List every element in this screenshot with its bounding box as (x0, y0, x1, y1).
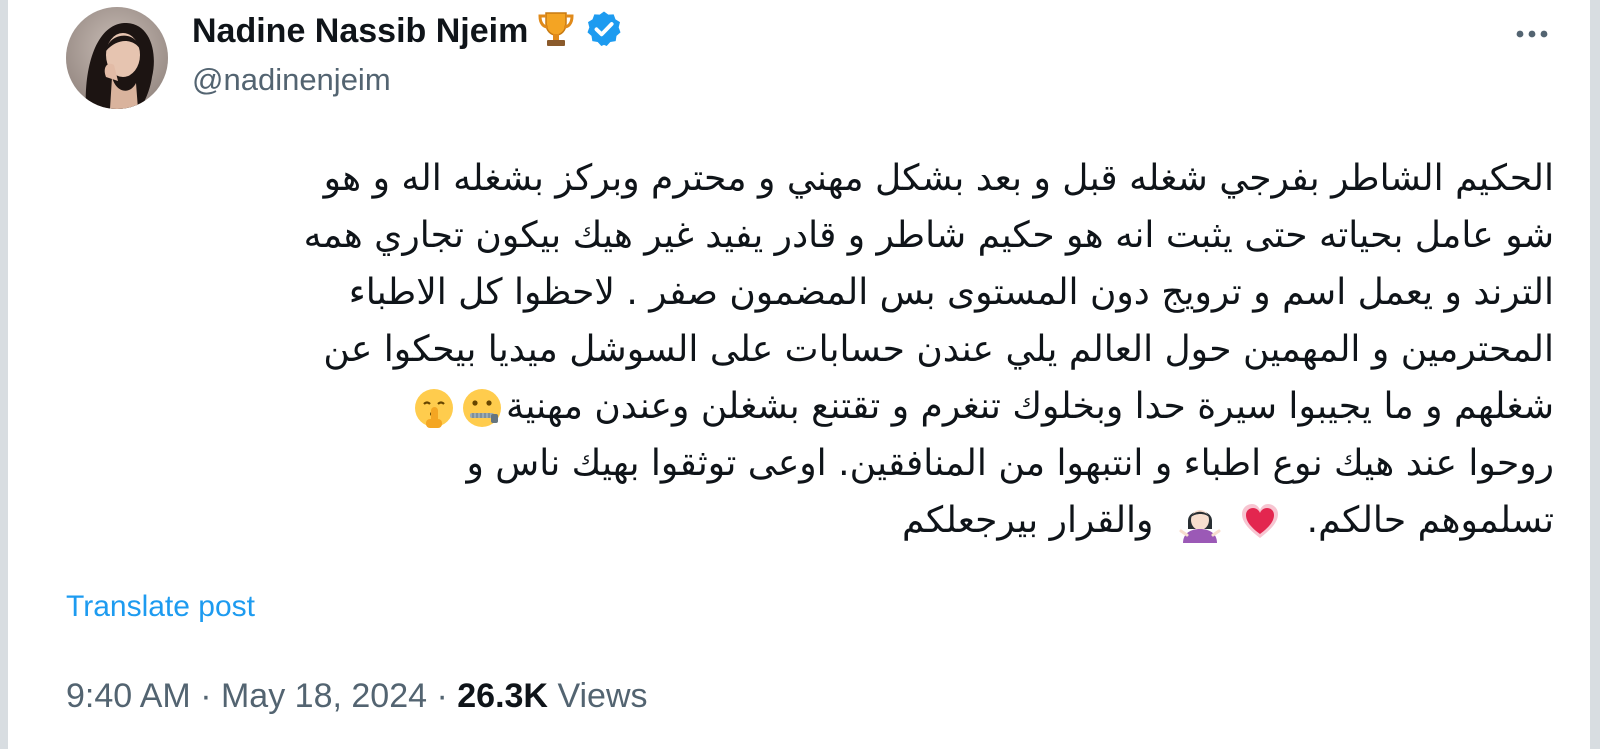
tweet-line-text: والقرار بيرجعلكم (902, 500, 1154, 541)
author-handle[interactable]: @nadinenjeim (192, 62, 391, 98)
tweet-text: الحكيم الشاطر بفرجي شغله قبل و بعد بشكل … (60, 150, 1554, 549)
tweet-time[interactable]: 9:40 AM (66, 677, 191, 715)
tweet-line: المحترمين و المهمين حول العالم يلي عندن … (323, 329, 1554, 370)
tweet-line-text: شغلهم و ما يجيبوا سيرة حدا وبخلوك تنغرم … (506, 386, 1554, 427)
trophy-icon (536, 9, 576, 54)
zipper-mouth-face-icon (461, 387, 503, 429)
views-label: Views (557, 677, 648, 715)
author-name-row: Nadine Nassib Njeim (192, 8, 624, 54)
tweet-line-with-emojis: تسلموهم حالكم. والقرار بيرجعلكم (60, 492, 1554, 549)
heart-icon (1239, 501, 1281, 543)
translate-post-link[interactable]: Translate post (66, 590, 255, 624)
meta-separator: · (436, 677, 448, 715)
avatar[interactable] (66, 7, 168, 109)
woman-shrugging-icon (1179, 501, 1221, 543)
tweet-line-with-emojis: شغلهم و ما يجيبوا سيرة حدا وبخلوك تنغرم … (60, 378, 1554, 435)
tweet-line: روحوا عند هيك نوع اطباء و انتبهوا من الم… (466, 443, 1554, 484)
tweet-line: الترند و يعمل اسم و ترويج دون المستوى بس… (348, 272, 1554, 313)
verified-badge-icon[interactable] (584, 9, 624, 54)
tweet-meta: 9:40 AM · May 18, 2024 · 26.3K Views (66, 677, 648, 716)
tweet-date[interactable]: May 18, 2024 (221, 677, 427, 715)
avatar-photo (66, 7, 168, 109)
more-options-icon[interactable] (1510, 20, 1554, 48)
meta-separator: · (200, 677, 212, 715)
author-display-name[interactable]: Nadine Nassib Njeim (192, 12, 528, 51)
shushing-face-icon (413, 387, 455, 429)
views-count: 26.3K (457, 677, 548, 715)
tweet-line: الحكيم الشاطر بفرجي شغله قبل و بعد بشكل … (323, 158, 1554, 199)
tweet-line-text: تسلموهم حالكم. (1306, 500, 1554, 541)
tweet-card: Nadine Nassib Njeim @nadinenjeim الحكيم … (0, 0, 1600, 749)
tweet-line: شو عامل بحياته حتى يثبت انه هو حكيم شاطر… (303, 215, 1554, 256)
